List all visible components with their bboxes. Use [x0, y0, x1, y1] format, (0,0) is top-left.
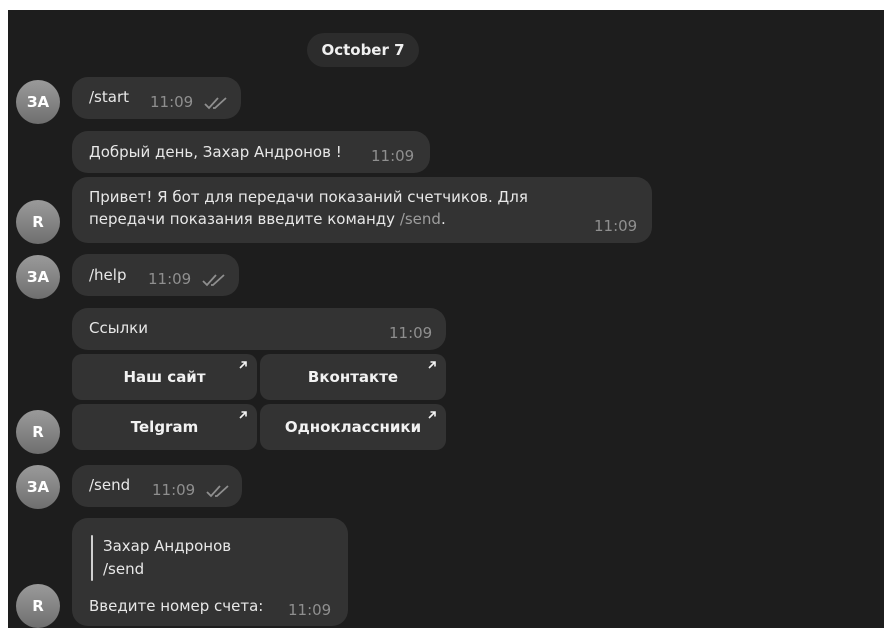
- user-avatar[interactable]: ЗА: [16, 80, 60, 124]
- user-avatar[interactable]: ЗА: [16, 465, 60, 509]
- incoming-message[interactable]: Ссылки 11:09: [72, 308, 446, 350]
- quote-bar: [91, 535, 93, 581]
- bot-avatar[interactable]: R: [16, 200, 60, 244]
- message-text: /start: [89, 88, 129, 106]
- message-time: 11:09: [288, 601, 332, 619]
- chat-area[interactable]: October 7 ЗА /start 11:09 Добрый день, З…: [8, 10, 884, 628]
- link-button-ok[interactable]: Одноклассники: [260, 404, 446, 450]
- message-text: передачи показания введите команду: [89, 210, 400, 228]
- message-time: 11:09: [148, 270, 192, 288]
- bot-avatar[interactable]: R: [16, 410, 60, 454]
- date-separator: October 7: [307, 33, 419, 67]
- link-button-telegram[interactable]: Telgram: [72, 404, 257, 450]
- message-text: Добрый день, Захар Андронов !: [89, 143, 342, 161]
- quote-author: Захар Андронов: [103, 537, 232, 555]
- arrow-up-right-icon: [428, 411, 436, 419]
- message-text: /send: [89, 476, 131, 494]
- message-text: Введите номер счета:: [89, 597, 264, 615]
- message-text: Ссылки: [89, 319, 148, 337]
- message-time: 11:09: [152, 481, 196, 499]
- outgoing-message[interactable]: /start 11:09: [72, 77, 241, 119]
- outgoing-message[interactable]: /send 11:09: [72, 465, 242, 507]
- double-check-icon: [202, 274, 225, 287]
- incoming-message[interactable]: Привет! Я бот для передачи показаний сче…: [72, 177, 652, 243]
- quote-text: /send: [103, 560, 145, 578]
- link-button-vk[interactable]: Вконтакте: [260, 354, 446, 400]
- double-check-icon: [206, 485, 229, 498]
- message-text: /help: [89, 266, 127, 284]
- arrow-up-right-icon: [239, 411, 247, 419]
- arrow-up-right-icon: [239, 361, 247, 369]
- button-label: Вконтакте: [307, 368, 399, 386]
- incoming-message[interactable]: Захар Андронов /send Введите номер счета…: [72, 518, 348, 626]
- double-check-icon: [204, 97, 227, 110]
- outgoing-message[interactable]: /help 11:09: [72, 254, 239, 296]
- user-avatar[interactable]: ЗА: [16, 255, 60, 299]
- message-time: 11:09: [150, 93, 194, 111]
- send-command-link[interactable]: /send: [400, 210, 441, 228]
- arrow-up-right-icon: [428, 361, 436, 369]
- message-time: 11:09: [594, 217, 638, 235]
- button-label: Наш сайт: [123, 368, 206, 386]
- message-text-line2: передачи показания введите команду /send…: [89, 210, 446, 228]
- bot-avatar[interactable]: R: [16, 584, 60, 628]
- message-text: .: [440, 210, 446, 228]
- message-time: 11:09: [371, 147, 415, 165]
- link-button-site[interactable]: Наш сайт: [72, 354, 257, 400]
- button-label: Telgram: [130, 418, 199, 436]
- message-text-line1: Привет! Я бот для передачи показаний сче…: [89, 188, 528, 206]
- button-label: Одноклассники: [284, 418, 422, 436]
- incoming-message[interactable]: Добрый день, Захар Андронов ! 11:09: [72, 131, 430, 173]
- message-time: 11:09: [389, 324, 433, 342]
